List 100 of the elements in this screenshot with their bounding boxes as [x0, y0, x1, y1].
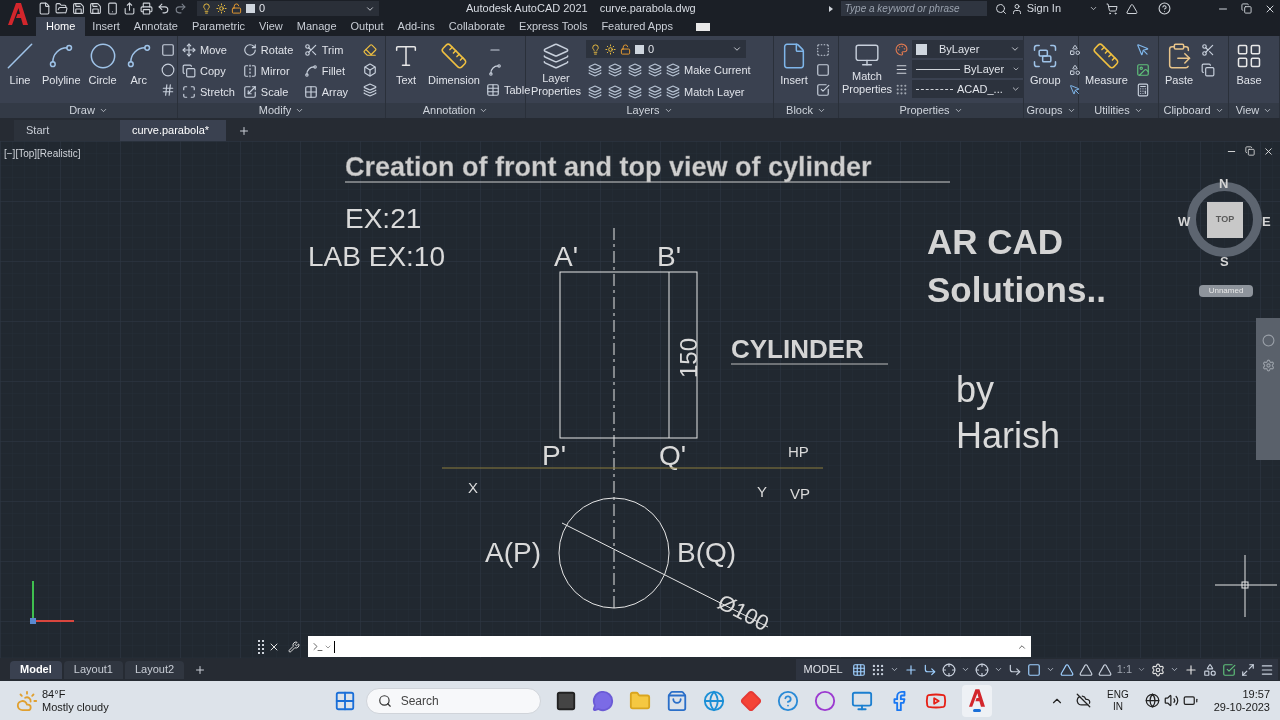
status-toggle-icon[interactable]: [870, 662, 885, 677]
cloud-icon[interactable]: [1076, 693, 1092, 708]
status-toggle-icon[interactable]: [851, 662, 866, 677]
current-layer-dropdown[interactable]: 0: [586, 40, 746, 58]
modify-tool-button[interactable]: Fillet: [303, 61, 357, 81]
draw-tool-button[interactable]: Arc: [122, 38, 155, 103]
panel-title[interactable]: Block: [774, 103, 838, 118]
browser-icon[interactable]: [702, 689, 725, 712]
modify-tool-button[interactable]: Rotate: [242, 40, 296, 60]
keyword-search-field[interactable]: Type a keyword or phrase: [840, 1, 987, 16]
viewport-label[interactable]: [−][Top][Realistic]: [4, 146, 81, 161]
layer-action-button[interactable]: Make Current: [666, 60, 751, 80]
layer-action-button[interactable]: Match Layer: [666, 82, 745, 102]
modify-tool-button[interactable]: Array: [303, 82, 357, 102]
layout-tab[interactable]: Layout2: [124, 660, 185, 679]
ribbon-tab[interactable]: Home: [36, 17, 86, 36]
autocad-icon[interactable]: [968, 689, 985, 707]
ribbon-tab[interactable]: Annotate: [126, 17, 185, 36]
modify-tool-button[interactable]: Scale: [242, 82, 296, 102]
volume-icon[interactable]: [1163, 693, 1179, 708]
panel-title[interactable]: Clipboard: [1159, 103, 1228, 118]
panel-title[interactable]: View: [1229, 103, 1279, 118]
help-icon[interactable]: [776, 689, 799, 712]
group-button[interactable]: Group: [1028, 38, 1063, 103]
paste-button[interactable]: Paste: [1163, 38, 1196, 103]
wrench-icon[interactable]: [288, 640, 300, 653]
lineweight-dropdown[interactable]: ByLayer: [912, 60, 1024, 78]
modify-tool-button[interactable]: Copy: [182, 61, 235, 81]
restore-icon[interactable]: [1245, 146, 1255, 156]
ribbon-tab[interactable]: Insert: [85, 17, 127, 36]
annotation-scale-button[interactable]: 1:1: [1116, 661, 1132, 678]
draw-tool-button[interactable]: Line: [4, 38, 36, 103]
status-toggle-icon[interactable]: [993, 665, 1003, 674]
modify-tool-button[interactable]: Stretch: [182, 82, 235, 102]
close-icon[interactable]: [1263, 146, 1274, 157]
table-tool-button[interactable]: Table: [485, 80, 531, 100]
panel-title[interactable]: Properties: [839, 103, 1023, 118]
sign-in-button[interactable]: Sign In: [1026, 0, 1061, 17]
settings-icon[interactable]: [1151, 662, 1165, 677]
ribbon-tab[interactable]: Express Tools: [512, 17, 595, 36]
status-toggle-icon[interactable]: [903, 662, 918, 677]
color-dropdown[interactable]: ByLayer: [912, 40, 1024, 58]
model-space-button[interactable]: MODEL: [799, 661, 847, 678]
panel-title[interactable]: Annotation: [386, 103, 525, 118]
shapes-icon[interactable]: [1203, 662, 1217, 677]
layout-tab[interactable]: Model: [10, 660, 62, 679]
status-toggle-icon[interactable]: [1045, 665, 1055, 674]
clock[interactable]: 19:57 29-10-2023: [1213, 687, 1270, 714]
layer-dropdown[interactable]: 0: [197, 1, 379, 16]
measure-button[interactable]: Measure: [1083, 38, 1130, 103]
ribbon-tab[interactable]: Add-ins: [390, 17, 442, 36]
status-toggle-icon[interactable]: [974, 662, 989, 677]
draw-tool-button[interactable]: Polyline: [40, 38, 83, 103]
panel-title[interactable]: Layers: [526, 103, 773, 118]
file-tab[interactable]: Start: [14, 120, 120, 141]
autocad-taskbar-button[interactable]: [961, 684, 992, 717]
ribbon-tab[interactable]: Collaborate: [441, 17, 513, 36]
task-view-icon[interactable]: [554, 689, 577, 712]
app-logo[interactable]: [8, 3, 28, 25]
diamond-icon[interactable]: [739, 689, 762, 712]
file-tab[interactable]: curve.parabola*: [120, 120, 226, 141]
chat-icon[interactable]: [591, 689, 614, 712]
taskbar-search-field[interactable]: Search: [365, 687, 541, 714]
modify-tool-button[interactable]: Trim: [303, 40, 357, 60]
status-toggle-icon[interactable]: [889, 665, 899, 674]
panel-title[interactable]: Utilities: [1079, 103, 1158, 118]
status-toggle-icon[interactable]: [960, 665, 970, 674]
monitor-icon[interactable]: [850, 689, 873, 712]
ribbon-tab[interactable]: Parametric: [184, 17, 253, 36]
status-toggle-icon[interactable]: [1026, 662, 1041, 677]
start-icon[interactable]: [333, 689, 356, 712]
status-toggle-icon[interactable]: [1007, 662, 1022, 677]
layer-properties-button[interactable]: Layer Properties: [530, 38, 582, 103]
viewcube-face[interactable]: TOP: [1207, 202, 1243, 238]
battery-icon[interactable]: [1182, 693, 1198, 708]
ribbon-tab[interactable]: Output: [343, 17, 391, 36]
add-layout-icon[interactable]: [194, 663, 207, 676]
layout-tab[interactable]: Layout1: [63, 660, 123, 679]
status-toggle-icon[interactable]: [941, 662, 956, 677]
ribbon-tab[interactable]: View: [252, 17, 290, 36]
match-properties-button[interactable]: Match Properties: [843, 38, 891, 103]
linetype-dropdown[interactable]: ACAD_...: [912, 80, 1024, 98]
modify-tool-button[interactable]: Move: [182, 40, 235, 60]
new-tab-icon[interactable]: [238, 125, 250, 137]
network-icon[interactable]: [1144, 693, 1160, 708]
fullscreen-icon[interactable]: [1241, 662, 1255, 677]
circle-app-icon[interactable]: [813, 689, 836, 712]
modify-tool-button[interactable]: Mirror: [242, 61, 296, 81]
ribbon-tab[interactable]: Manage: [289, 17, 344, 36]
panel-title[interactable]: Modify: [178, 103, 385, 118]
plus-icon[interactable]: [1184, 662, 1198, 677]
status-toggle-icon[interactable]: [1097, 662, 1112, 677]
status-toggle-icon[interactable]: [1078, 662, 1093, 677]
ribbon-tab[interactable]: Featured Apps: [594, 17, 680, 36]
base-view-button[interactable]: Base: [1233, 38, 1265, 103]
dimension-tool-button[interactable]: Dimension: [426, 38, 482, 103]
panel-title[interactable]: Draw: [0, 103, 177, 118]
draw-tool-button[interactable]: Circle: [86, 38, 119, 103]
panel-title[interactable]: Groups: [1024, 103, 1078, 118]
text-tool-button[interactable]: Text: [390, 38, 422, 103]
